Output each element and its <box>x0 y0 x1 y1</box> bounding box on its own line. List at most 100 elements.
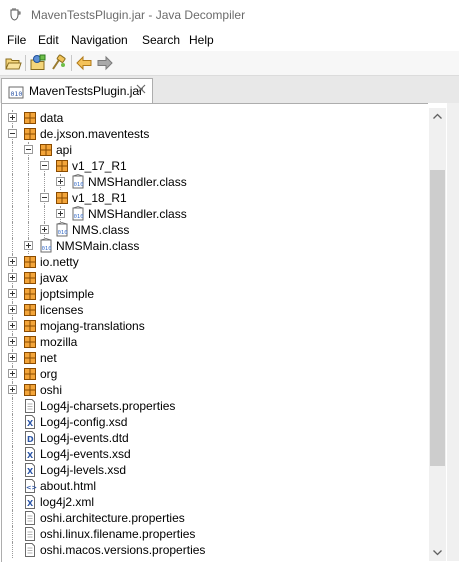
collapse-icon[interactable] <box>40 161 49 170</box>
package-icon <box>22 334 38 350</box>
svg-text:X: X <box>27 499 34 508</box>
expand-icon[interactable] <box>8 113 17 122</box>
expand-icon[interactable] <box>8 353 17 362</box>
package-icon <box>22 254 38 270</box>
tab-label: MavenTestsPlugin.jar <box>29 84 144 98</box>
scrollbar-thumb[interactable] <box>430 170 445 466</box>
tree-row[interactable]: mojang-translations <box>2 318 422 334</box>
class-file-icon: 010 <box>38 238 54 254</box>
scroll-down-arrow-icon[interactable] <box>429 544 446 561</box>
tree-guide-line <box>12 526 13 542</box>
tree-item-label: Log4j-config.xsd <box>40 415 128 429</box>
tree-row[interactable]: X Log4j-events.xsd <box>2 446 422 462</box>
collapse-icon[interactable] <box>24 145 33 154</box>
expand-icon[interactable] <box>8 257 17 266</box>
tree-row[interactable]: de.jxson.maventests <box>2 126 422 142</box>
expand-icon[interactable] <box>56 177 65 186</box>
tree-row[interactable]: X Log4j-levels.xsd <box>2 462 422 478</box>
open-type-hierarchy-icon[interactable] <box>50 54 68 72</box>
tree-row[interactable]: org <box>2 366 422 382</box>
tree-guide-line <box>12 462 13 478</box>
tree-row[interactable]: oshi.linux.filename.properties <box>2 526 422 542</box>
editor-area <box>447 103 459 561</box>
app-icon <box>10 8 21 21</box>
tree-row[interactable]: 010 NMSHandler.class <box>2 206 422 222</box>
tree-item-label: NMS.class <box>72 223 130 237</box>
expand-icon[interactable] <box>8 369 17 378</box>
tree-item-label: log4j2.xml <box>40 495 95 509</box>
collapse-icon[interactable] <box>40 193 49 202</box>
tree-row[interactable]: api <box>2 142 422 158</box>
tree-item-label: de.jxson.maventests <box>40 127 150 141</box>
package-icon <box>22 318 38 334</box>
tree-row[interactable]: net <box>2 350 422 366</box>
menu-navigation[interactable]: Navigation <box>71 33 128 47</box>
expand-icon[interactable] <box>8 305 17 314</box>
open-file-icon[interactable] <box>4 54 22 72</box>
tree-item-label: oshi <box>40 383 63 397</box>
svg-text:010: 010 <box>11 90 23 98</box>
tree-row[interactable]: 010 NMSMain.class <box>2 238 422 254</box>
expand-icon[interactable] <box>8 273 17 282</box>
toolbar <box>0 51 459 76</box>
tree-row[interactable]: 010 NMSHandler.class <box>2 174 422 190</box>
svg-text:010: 010 <box>42 246 52 252</box>
tree-item-label: licenses <box>40 303 84 317</box>
tree-row[interactable]: D Log4j-events.dtd <box>2 430 422 446</box>
svg-text:X: X <box>27 451 34 460</box>
tree-item-label: Log4j-levels.xsd <box>40 463 127 477</box>
back-icon[interactable] <box>75 54 93 72</box>
tree-item-label: Log4j-events.xsd <box>40 447 131 461</box>
vertical-scrollbar[interactable] <box>429 108 446 561</box>
menu-bar: File Edit Navigation Search Help <box>0 30 459 51</box>
scroll-up-arrow-icon[interactable] <box>429 108 446 125</box>
expand-icon[interactable] <box>8 321 17 330</box>
tree-item-label: net <box>40 351 57 365</box>
expand-icon[interactable] <box>24 241 33 250</box>
tree-row[interactable]: v1_17_R1 <box>2 158 422 174</box>
tree-row[interactable]: Log4j-charsets.properties <box>2 398 422 414</box>
menu-help[interactable]: Help <box>189 33 214 47</box>
collapse-icon[interactable] <box>8 129 17 138</box>
tree-row[interactable]: Xlog4j2.xml <box>2 494 422 510</box>
svg-text:X: X <box>27 419 34 428</box>
tree-row[interactable]: <> about.html <box>2 478 422 494</box>
close-icon[interactable] <box>136 84 146 94</box>
forward-icon[interactable] <box>96 54 114 72</box>
tree-item-label: oshi.architecture.properties <box>40 511 185 525</box>
tree-row[interactable]: licenses <box>2 302 422 318</box>
xml-file-icon: X <box>22 494 38 510</box>
expand-icon[interactable] <box>8 337 17 346</box>
svg-text:X: X <box>27 467 34 476</box>
tree-item-label: org <box>40 367 58 381</box>
tree-row[interactable]: data <box>2 110 422 126</box>
tree-row[interactable]: 010 NMS.class <box>2 222 422 238</box>
class-file-icon: 010 <box>70 206 86 222</box>
tree-guide-line <box>12 446 13 462</box>
tree-row[interactable]: oshi <box>2 382 422 398</box>
tree-row[interactable]: oshi.architecture.properties <box>2 510 422 526</box>
tree-guide-line <box>28 206 29 222</box>
tree-guide-line <box>12 414 13 430</box>
menu-file[interactable]: File <box>7 33 26 47</box>
menu-edit[interactable]: Edit <box>38 33 59 47</box>
tree-row[interactable]: v1_18_R1 <box>2 190 422 206</box>
tree-row[interactable]: mozilla <box>2 334 422 350</box>
tree-row[interactable]: oshi.macos.versions.properties <box>2 542 422 558</box>
expand-icon[interactable] <box>8 289 17 298</box>
expand-icon[interactable] <box>40 225 49 234</box>
title-bar: MavenTestsPlugin.jar - Java Decompiler <box>0 0 459 30</box>
tree-guide-line <box>12 430 13 446</box>
tree-row[interactable]: io.netty <box>2 254 422 270</box>
open-type-icon[interactable] <box>29 54 47 72</box>
toolbar-separator <box>71 55 72 71</box>
expand-icon[interactable] <box>8 385 17 394</box>
tab-maventestsplugin-jar[interactable]: 010 MavenTestsPlugin.jar <box>1 78 153 103</box>
tree-row[interactable]: joptsimple <box>2 286 422 302</box>
expand-icon[interactable] <box>56 209 65 218</box>
tree-row[interactable]: X Log4j-config.xsd <box>2 414 422 430</box>
tree-row[interactable]: javax <box>2 270 422 286</box>
tree-guide-line <box>12 398 13 414</box>
package-icon <box>22 366 38 382</box>
menu-search[interactable]: Search <box>142 33 180 47</box>
